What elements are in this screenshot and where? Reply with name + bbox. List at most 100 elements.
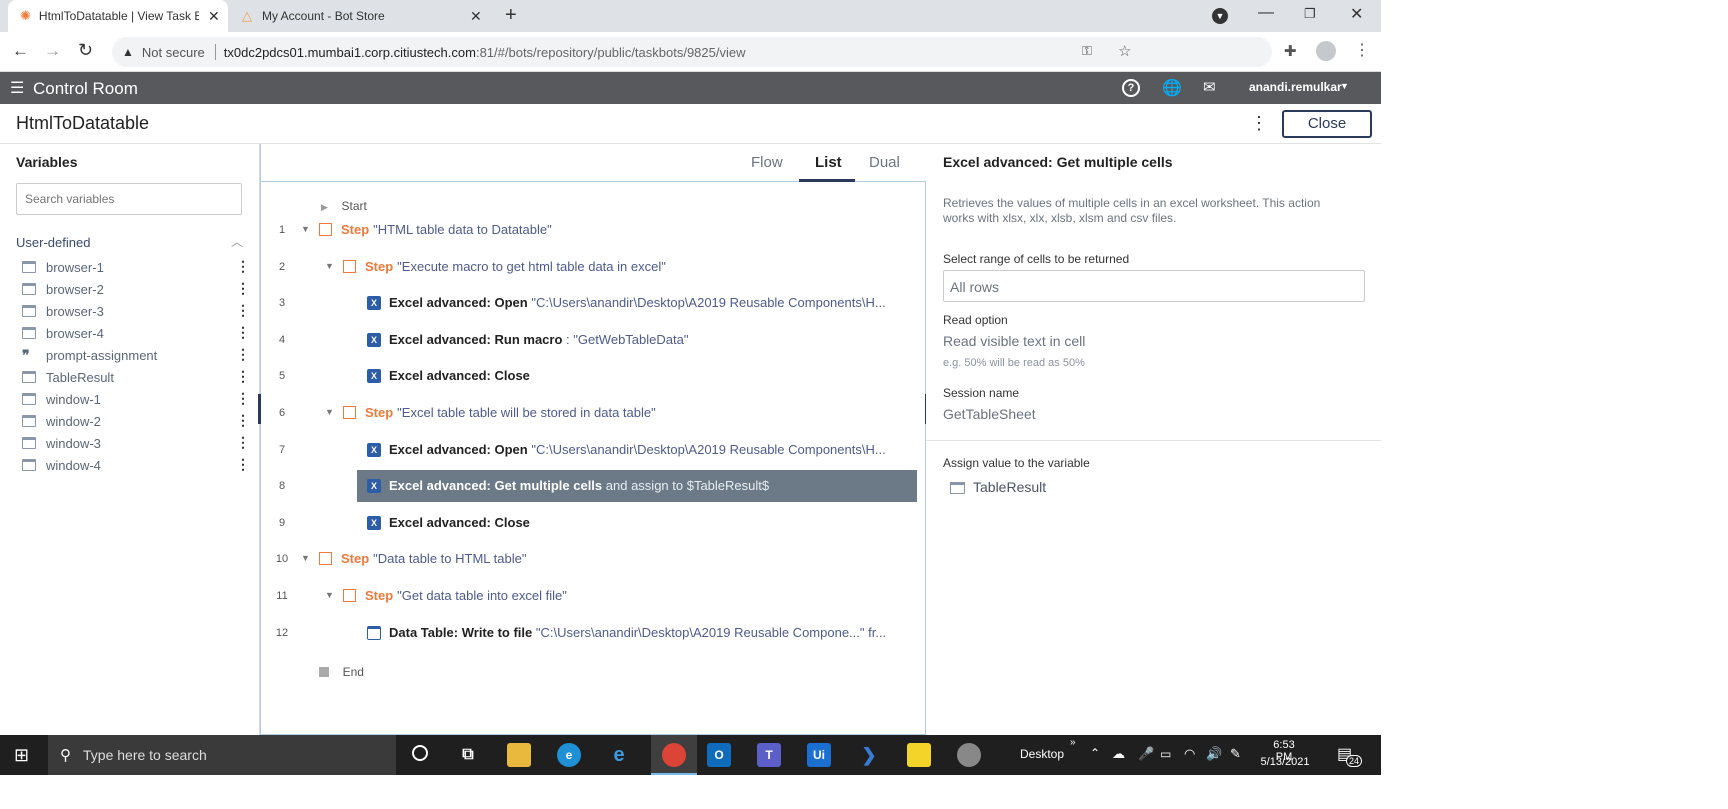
taskbar-search[interactable]: ⚲ Type here to search bbox=[48, 735, 396, 775]
read-option-value[interactable]: Read visible text in cell bbox=[943, 333, 1085, 349]
browser-tab-active[interactable]: ✺ HtmlToDatatable | View Task Bot ✕ bbox=[8, 0, 228, 32]
toolbar-expand-icon[interactable]: » bbox=[1070, 737, 1076, 748]
globe-icon[interactable]: 🌐 bbox=[1162, 78, 1182, 98]
close-tab-icon[interactable]: ✕ bbox=[208, 8, 220, 25]
variable-item[interactable]: browser-1 bbox=[22, 256, 104, 278]
variable-options-icon[interactable]: ⋮ bbox=[236, 368, 250, 385]
variable-item[interactable]: browser-3 bbox=[22, 300, 104, 322]
action-item[interactable]: Data Table: Write to file "C:\Users\anan… bbox=[357, 616, 917, 649]
action-row[interactable]: 8 X Excel advanced: Get multiple cells and… bbox=[261, 468, 927, 504]
collapse-chevron-icon[interactable]: ▼ bbox=[301, 224, 310, 234]
search-variables-input[interactable] bbox=[16, 183, 242, 215]
variable-item[interactable]: browser-4 bbox=[22, 322, 104, 344]
outlook-icon[interactable]: O bbox=[707, 743, 731, 767]
chevron-down-icon[interactable]: ▼ bbox=[1340, 81, 1349, 91]
variable-item[interactable]: browser-2 bbox=[22, 278, 104, 300]
forward-icon[interactable]: → bbox=[44, 41, 61, 61]
step-row[interactable]: 1 ▼ Step "HTML table data to Datatable" bbox=[261, 212, 927, 248]
variable-item[interactable]: ❞ prompt-assignment bbox=[22, 344, 157, 366]
cortana-icon[interactable] bbox=[412, 745, 428, 761]
restore-icon[interactable]: ❐ bbox=[1304, 6, 1316, 22]
action-row[interactable]: 3 X Excel advanced: Open "C:\Users\anandir… bbox=[261, 285, 927, 321]
variable-options-icon[interactable]: ⋮ bbox=[236, 390, 250, 407]
variable-options-icon[interactable]: ⋮ bbox=[236, 324, 250, 341]
browser-menu-icon[interactable]: ⋮ bbox=[1354, 40, 1370, 60]
variable-item[interactable]: window-2 bbox=[22, 410, 101, 432]
sticky-notes-icon[interactable] bbox=[907, 743, 931, 767]
variable-options-icon[interactable]: ⋮ bbox=[236, 456, 250, 473]
windows-start-icon[interactable]: ⊞ bbox=[14, 745, 29, 766]
user-name[interactable]: anandi.remulkar bbox=[1249, 80, 1342, 94]
tab-flow[interactable]: Flow bbox=[751, 154, 783, 171]
action-row[interactable]: 12 Data Table: Write to file "C:\Users\an… bbox=[261, 615, 927, 651]
power-automate-icon[interactable]: ❯ bbox=[857, 743, 881, 767]
extensions-icon[interactable]: ✚ bbox=[1284, 42, 1297, 60]
user-defined-group-label[interactable]: User-defined bbox=[16, 235, 90, 250]
step-row[interactable]: 2 ▼ Step "Execute macro to get html table d… bbox=[261, 249, 927, 285]
collapse-chevron-icon[interactable]: ▼ bbox=[325, 590, 334, 600]
window-close-icon[interactable]: ✕ bbox=[1350, 4, 1363, 24]
action-row[interactable]: 5 X Excel advanced: Close bbox=[261, 358, 927, 394]
task-view-icon[interactable]: ⧉ bbox=[456, 743, 480, 767]
step-row[interactable]: 11 ▼ Step "Get data table into excel file" bbox=[261, 578, 927, 614]
action-row[interactable]: 9 X Excel advanced: Close bbox=[261, 505, 927, 541]
variable-options-icon[interactable]: ⋮ bbox=[236, 280, 250, 297]
variable-item[interactable]: window-4 bbox=[22, 454, 101, 476]
variable-options-icon[interactable]: ⋮ bbox=[236, 434, 250, 451]
back-icon[interactable]: ← bbox=[12, 41, 29, 61]
collapse-chevron-icon[interactable]: ▼ bbox=[325, 407, 334, 417]
variable-item[interactable]: TableResult bbox=[22, 366, 114, 388]
chrome-icon[interactable] bbox=[662, 743, 686, 767]
action-item[interactable]: X Excel advanced: Run macro : "GetWebTabl… bbox=[357, 323, 917, 356]
variable-options-icon[interactable]: ⋮ bbox=[236, 258, 250, 275]
selected-action[interactable]: X Excel advanced: Get multiple cells and … bbox=[357, 470, 917, 503]
left-resize-handle[interactable] bbox=[258, 394, 261, 424]
tab-search-icon[interactable]: ▼ bbox=[1212, 8, 1228, 24]
uipath-icon[interactable]: Ui bbox=[807, 743, 831, 767]
new-tab-button[interactable]: + bbox=[505, 4, 517, 27]
action-row[interactable]: 7 X Excel advanced: Open "C:\Users\anandir… bbox=[261, 432, 927, 468]
action-row[interactable]: 4 X Excel advanced: Run macro : "GetWebTab… bbox=[261, 322, 927, 358]
reload-icon[interactable]: ↻ bbox=[78, 40, 93, 61]
desktop-toolbar-label[interactable]: Desktop bbox=[1020, 747, 1064, 761]
variable-options-icon[interactable]: ⋮ bbox=[236, 346, 250, 363]
action-item[interactable]: X Excel advanced: Open "C:\Users\anandir\… bbox=[357, 287, 917, 320]
action-item[interactable]: X Excel advanced: Open "C:\Users\anandir\… bbox=[357, 433, 917, 466]
collapse-chevron-icon[interactable]: ▼ bbox=[301, 553, 310, 563]
step-row[interactable]: 6 ▼ Step "Excel table table will be stored … bbox=[261, 395, 927, 431]
file-explorer-icon[interactable] bbox=[507, 743, 531, 767]
tab-list[interactable]: List bbox=[815, 154, 842, 171]
step-row[interactable]: 10 ▼ Step "Data table to HTML table" bbox=[261, 541, 927, 577]
profile-icon[interactable] bbox=[1316, 41, 1336, 61]
notifications-icon[interactable]: ✉ bbox=[1203, 78, 1216, 96]
range-select[interactable]: All rows bbox=[943, 270, 1365, 302]
close-tab-icon[interactable]: ✕ bbox=[470, 8, 482, 25]
more-options-icon[interactable]: ⋮ bbox=[1250, 113, 1268, 134]
battery-icon[interactable]: ▭ bbox=[1160, 747, 1171, 761]
browser-tab[interactable]: △ My Account - Bot Store ✕ bbox=[230, 0, 490, 32]
collapse-chevron-icon[interactable]: ︿ bbox=[231, 233, 243, 250]
close-button[interactable]: Close bbox=[1282, 110, 1372, 138]
clock-date[interactable]: 5/13/2021 bbox=[1260, 756, 1310, 768]
variable-item[interactable]: window-1 bbox=[22, 388, 101, 410]
chevron-up-icon[interactable]: ⌃ bbox=[1090, 746, 1100, 760]
tab-dual[interactable]: Dual bbox=[869, 154, 900, 171]
wifi-icon[interactable]: ◠ bbox=[1184, 746, 1195, 762]
hamburger-menu-icon[interactable]: ☰ bbox=[10, 78, 24, 98]
teams-icon[interactable]: T bbox=[757, 743, 781, 767]
assign-value[interactable]: TableResult bbox=[973, 479, 1046, 495]
variable-item[interactable]: window-3 bbox=[22, 432, 101, 454]
action-item[interactable]: X Excel advanced: Close bbox=[357, 360, 917, 393]
paint-icon[interactable] bbox=[957, 743, 981, 767]
minimize-icon[interactable]: — bbox=[1258, 4, 1274, 22]
help-icon[interactable]: ? bbox=[1122, 79, 1140, 97]
star-icon[interactable]: ☆ bbox=[1118, 42, 1131, 60]
volume-icon[interactable]: 🔊 bbox=[1206, 746, 1222, 762]
onedrive-icon[interactable]: ☁ bbox=[1112, 746, 1125, 762]
microphone-icon[interactable]: 🎤 bbox=[1138, 746, 1154, 762]
session-name-value[interactable]: GetTableSheet bbox=[943, 406, 1036, 422]
variable-options-icon[interactable]: ⋮ bbox=[236, 412, 250, 429]
action-item[interactable]: X Excel advanced: Close bbox=[357, 506, 917, 539]
key-icon[interactable]: ⚿ bbox=[1082, 43, 1092, 59]
collapse-chevron-icon[interactable]: ▼ bbox=[325, 261, 334, 271]
